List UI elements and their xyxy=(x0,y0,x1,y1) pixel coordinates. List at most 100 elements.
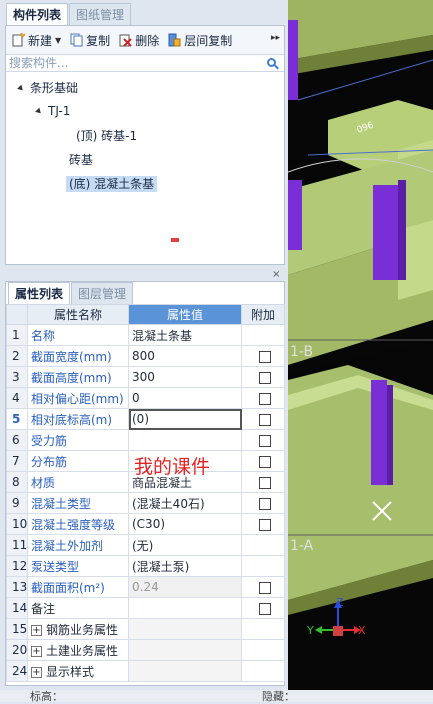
row-index: 1 xyxy=(6,324,28,346)
table-header: 属性名称 属性值 附加 xyxy=(6,304,285,325)
row-index: 4 xyxy=(6,387,28,409)
red-marker xyxy=(171,238,179,242)
property-name: 受力筋 xyxy=(27,429,129,451)
table-row[interactable]: 13 截面面积(m²) 0.24 xyxy=(6,576,285,598)
attach-checkbox[interactable] xyxy=(258,581,271,594)
property-name: 截面高度(mm) xyxy=(27,366,129,388)
row-index: 5 xyxy=(6,408,28,430)
table-row[interactable]: 2 截面宽度(mm) 800 xyxy=(6,345,285,367)
property-value xyxy=(128,618,242,640)
row-index: 6 xyxy=(6,429,28,451)
attach-checkbox[interactable] xyxy=(258,434,271,447)
attach-cell xyxy=(241,597,285,619)
property-value[interactable]: (0) xyxy=(128,408,242,430)
property-name: 混凝土类型 xyxy=(27,492,129,514)
table-row[interactable]: 9 混凝土类型 (混凝土40石) xyxy=(6,492,285,514)
attach-cell xyxy=(241,534,285,556)
table-row[interactable]: 5 相对底标高(m) (0) xyxy=(6,408,285,430)
tree-leaf-top-brick[interactable]: (顶) 砖基-1 xyxy=(76,126,137,146)
col-property-value: 属性值 xyxy=(128,304,242,325)
3d-scene: 1-B 1-A 096 Z X Y xyxy=(288,0,433,637)
property-value[interactable] xyxy=(128,429,242,451)
property-value[interactable]: (C30) xyxy=(128,513,242,535)
row-index: 3 xyxy=(6,366,28,388)
table-row-group[interactable]: 15 + 钢筋业务属性 xyxy=(6,618,285,640)
expand-plus-icon[interactable]: + xyxy=(31,645,42,657)
expand-triangle-icon[interactable] xyxy=(17,84,25,93)
table-row-group[interactable]: 20 + 土建业务属性 xyxy=(6,639,285,661)
table-row[interactable]: 11 混凝土外加剂 (无) xyxy=(6,534,285,556)
expand-triangle-icon[interactable] xyxy=(35,107,43,116)
copy-button[interactable]: 复制 xyxy=(70,32,110,49)
new-icon xyxy=(12,32,26,47)
row-index: 7 xyxy=(6,450,28,472)
group-name[interactable]: + 钢筋业务属性 xyxy=(27,618,129,640)
close-icon[interactable]: × xyxy=(272,269,280,280)
attach-checkbox[interactable] xyxy=(258,518,271,531)
attach-checkbox[interactable] xyxy=(258,497,271,510)
property-value[interactable]: (混凝土泵) xyxy=(128,555,242,577)
grid-label-1b: 1-B xyxy=(290,344,313,360)
table-row[interactable]: 4 相对偏心距(mm) 0 xyxy=(6,387,285,409)
chevron-down-icon[interactable]: ▼ xyxy=(55,36,61,45)
table-row[interactable]: 10 混凝土强度等级 (C30) xyxy=(6,513,285,535)
attach-checkbox[interactable] xyxy=(258,350,271,363)
left-panel: 构件列表 图纸管理 新建 ▼ 复制 删除 层间复制 ▸▸ 搜索构件... 条形基… xyxy=(0,0,433,703)
toolbar-overflow-icon[interactable]: ▸▸ xyxy=(271,33,280,43)
expand-plus-icon[interactable]: + xyxy=(31,624,42,636)
tree-node-tj1[interactable]: TJ-1 xyxy=(35,101,70,121)
tab-property-list[interactable]: 属性列表 xyxy=(8,282,71,304)
attach-checkbox[interactable] xyxy=(258,371,271,384)
tree-leaf-bottom-concrete[interactable]: (底) 混凝土条基 xyxy=(66,174,158,194)
table-row[interactable]: 3 截面高度(mm) 300 xyxy=(6,366,285,388)
property-value[interactable]: (混凝土40石) xyxy=(128,492,242,514)
tab-component-list[interactable]: 构件列表 xyxy=(6,3,69,25)
property-value xyxy=(128,660,242,682)
table-row[interactable]: 1 名称 混凝土条基 xyxy=(6,324,285,346)
table-row[interactable]: 12 泵送类型 (混凝土泵) xyxy=(6,555,285,577)
row-index: 13 xyxy=(6,576,28,598)
new-button[interactable]: 新建 ▼ xyxy=(12,32,61,49)
expand-plus-icon[interactable]: + xyxy=(31,666,42,678)
search-input[interactable] xyxy=(6,55,256,71)
group-name[interactable]: + 显示样式 xyxy=(27,660,129,682)
attach-checkbox[interactable] xyxy=(258,392,271,405)
column-lower xyxy=(371,380,387,485)
attach-checkbox[interactable] xyxy=(258,455,271,468)
tab-layer-management[interactable]: 图层管理 xyxy=(71,282,134,304)
table-row[interactable]: 14 备注 xyxy=(6,597,285,619)
property-value[interactable]: (无) xyxy=(128,534,242,556)
row-index: 14 xyxy=(6,597,28,619)
property-value[interactable] xyxy=(128,597,242,619)
new-label: 新建 xyxy=(28,33,53,48)
grid-label-1a: 1-A xyxy=(290,538,314,554)
attach-cell xyxy=(241,576,285,598)
property-name: 备注 xyxy=(27,597,129,619)
property-name: 相对底标高(m) xyxy=(27,408,129,430)
tree-leaf-brick[interactable]: 砖基 xyxy=(69,150,93,170)
property-name: 混凝土外加剂 xyxy=(27,534,129,556)
attach-cell xyxy=(241,324,285,346)
panel1-tabs: 构件列表 图纸管理 xyxy=(6,3,132,25)
attach-checkbox[interactable] xyxy=(258,476,271,489)
property-value[interactable]: 0 xyxy=(128,387,242,409)
attach-checkbox[interactable] xyxy=(258,413,271,426)
layer-copy-button[interactable]: 层间复制 xyxy=(168,32,232,49)
row-index: 20 xyxy=(6,639,28,661)
3d-viewport[interactable]: 1-B 1-A 096 Z X Y xyxy=(288,0,433,690)
attach-checkbox[interactable] xyxy=(258,602,271,615)
row-index: 9 xyxy=(6,492,28,514)
col-index xyxy=(6,304,28,325)
table-row-group[interactable]: 24 + 显示样式 xyxy=(6,660,285,682)
property-value[interactable]: 300 xyxy=(128,366,242,388)
delete-button[interactable]: 删除 xyxy=(119,32,159,49)
tree-node-strip-foundation[interactable]: 条形基础 xyxy=(17,78,78,98)
search-icon[interactable] xyxy=(267,58,276,67)
property-value[interactable]: 混凝土条基 xyxy=(128,324,242,346)
tab-drawing-management[interactable]: 图纸管理 xyxy=(69,3,132,25)
delete-icon xyxy=(119,33,132,47)
property-value[interactable]: 800 xyxy=(128,345,242,367)
group-name[interactable]: + 土建业务属性 xyxy=(27,639,129,661)
property-value[interactable]: 0.24 xyxy=(128,576,242,598)
table-row[interactable]: 6 受力筋 xyxy=(6,429,285,451)
